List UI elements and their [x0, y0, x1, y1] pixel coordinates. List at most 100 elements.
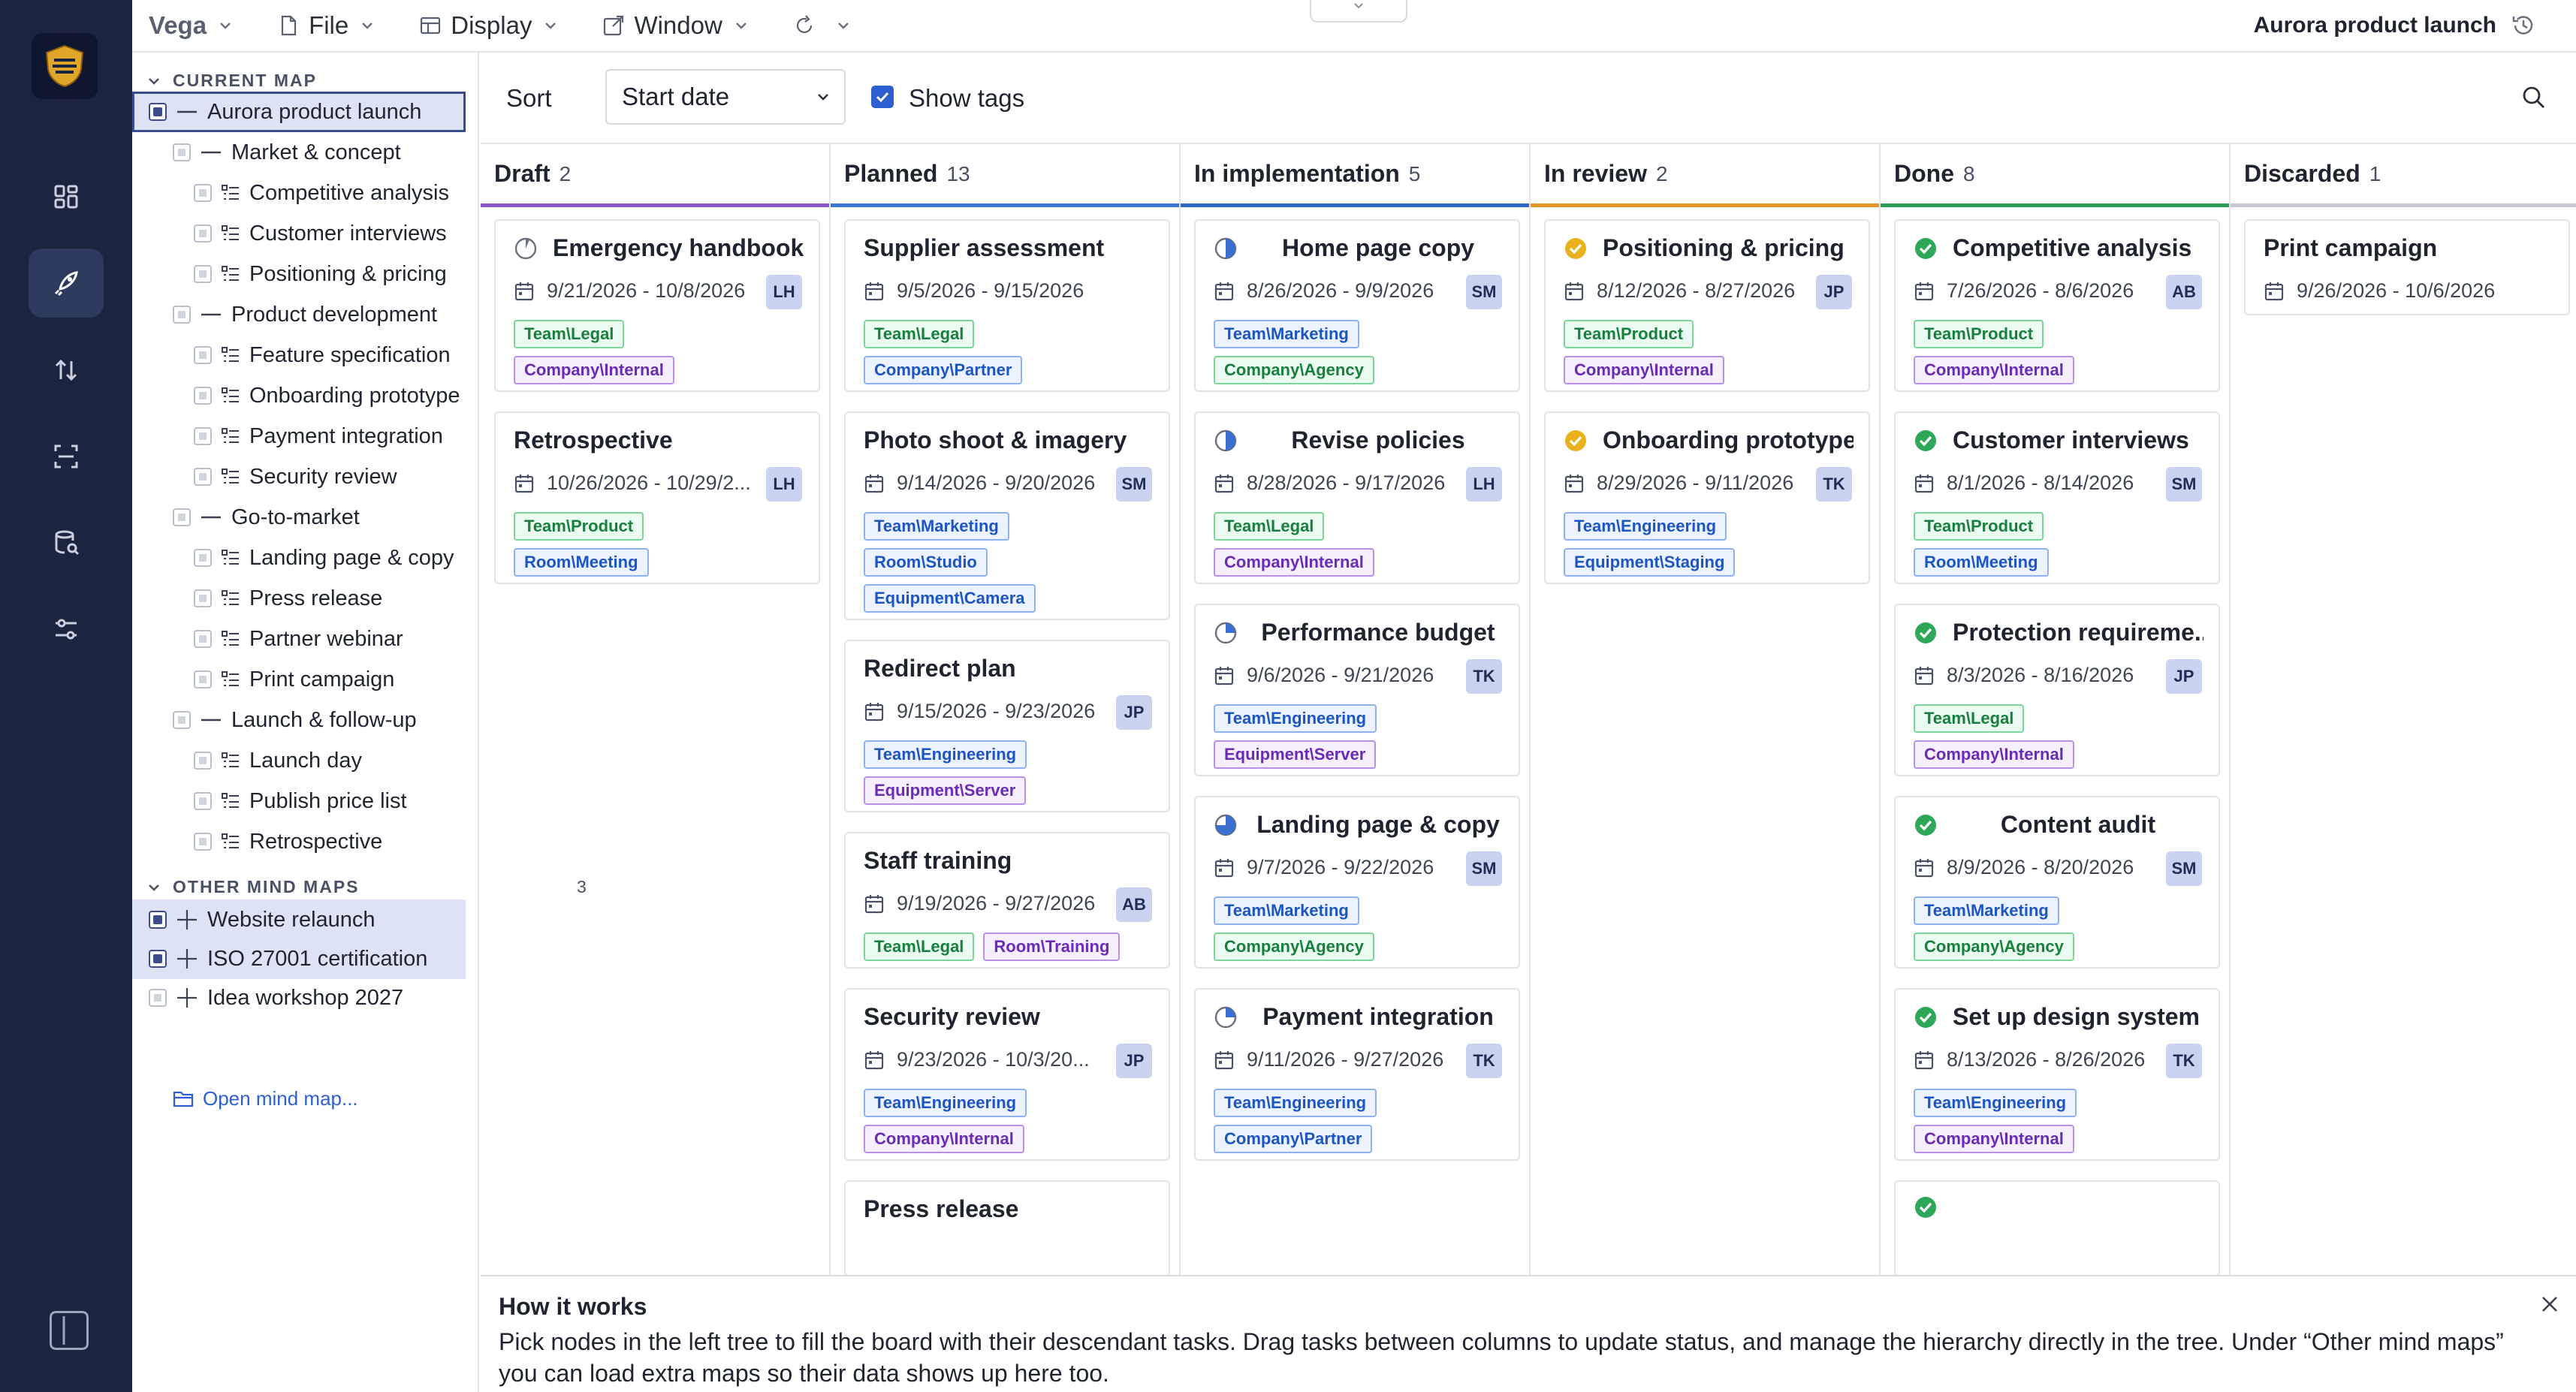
sort-select[interactable]: Start date	[605, 69, 846, 125]
assignee-avatar[interactable]: TK	[1466, 659, 1502, 694]
task-tag[interactable]: Room\Training	[983, 933, 1121, 961]
tree-checkbox[interactable]	[173, 306, 191, 324]
dashboard-icon[interactable]	[29, 162, 104, 231]
task-tag[interactable]: Company\Agency	[1214, 933, 1374, 961]
task-card[interactable]: Security review 9/23/2026 - 10/3/20... JP T…	[844, 988, 1170, 1161]
task-tag[interactable]: Company\Internal	[1914, 356, 2074, 384]
task-tag[interactable]: Equipment\Server	[864, 776, 1027, 805]
tree-checkbox[interactable]	[194, 833, 212, 851]
other-maps-section[interactable]: OTHER MIND MAPS 3	[146, 877, 587, 897]
task-tag[interactable]: Team\Marketing	[1214, 320, 1359, 348]
task-card[interactable]: Payment integration 9/11/2026 - 9/27/2026…	[1194, 988, 1520, 1161]
task-tag[interactable]: Company\Agency	[1214, 356, 1374, 384]
task-tag[interactable]: Company\Internal	[1914, 740, 2074, 769]
task-tag[interactable]: Team\Engineering	[1214, 1089, 1377, 1117]
task-tag[interactable]: Equipment\Staging	[1564, 548, 1736, 577]
assignee-avatar[interactable]: LH	[1466, 467, 1502, 502]
task-card[interactable]: Supplier assessment 9/5/2026 - 9/15/2026 T…	[844, 219, 1170, 392]
chevron-down-icon[interactable]	[146, 73, 162, 89]
assignee-avatar[interactable]: AB	[1116, 887, 1152, 922]
sync-menu[interactable]	[793, 14, 861, 37]
tree-checkbox[interactable]	[194, 792, 212, 810]
assignee-avatar[interactable]: JP	[1116, 695, 1152, 730]
assignee-avatar[interactable]: AB	[2166, 275, 2202, 309]
tree-checkbox[interactable]	[194, 346, 212, 364]
tree-checkbox[interactable]	[194, 670, 212, 688]
task-card[interactable]: Protection requireme... 8/3/2026 - 8/16/2…	[1894, 604, 2220, 776]
tree-group-node[interactable]: Market & concept	[132, 132, 479, 173]
assignee-avatar[interactable]: LH	[766, 275, 802, 309]
task-card[interactable]: Performance budget 9/6/2026 - 9/21/2026 TK…	[1194, 604, 1520, 776]
tree-task-node[interactable]: Landing page & copy	[132, 538, 479, 578]
tree-checkbox[interactable]	[173, 508, 191, 526]
other-map-node[interactable]: Idea workshop 2027	[132, 978, 466, 1018]
show-tags-label[interactable]: Show tags	[909, 84, 1024, 113]
close-icon[interactable]	[2538, 1293, 2561, 1315]
tree-root-node[interactable]: Aurora product launch	[132, 92, 466, 132]
tree-task-node[interactable]: Print campaign	[132, 659, 479, 700]
task-tag[interactable]: Company\Partner	[1214, 1125, 1373, 1153]
assignee-avatar[interactable]: TK	[1466, 1044, 1502, 1078]
task-tag[interactable]: Team\Legal	[864, 320, 975, 348]
task-card[interactable]: Staff training 9/19/2026 - 9/27/2026 AB Tea…	[844, 832, 1170, 969]
tree-checkbox[interactable]	[194, 589, 212, 607]
assignee-avatar[interactable]: SM	[2166, 851, 2202, 886]
task-card[interactable]: Home page copy 8/26/2026 - 9/9/2026 SM Team…	[1194, 219, 1520, 392]
scan-icon[interactable]	[29, 422, 104, 491]
task-card[interactable]: Retrospective 10/26/2026 - 10/29/2... LH Te…	[494, 411, 820, 584]
task-card[interactable]: Redirect plan 9/15/2026 - 9/23/2026 JP Team…	[844, 640, 1170, 812]
tree-task-node[interactable]: Customer interviews	[132, 213, 479, 254]
task-tag[interactable]: Team\Engineering	[1214, 704, 1377, 733]
task-card[interactable]	[1894, 1180, 2220, 1276]
tree-task-node[interactable]: Positioning & pricing	[132, 254, 479, 294]
task-card[interactable]: Landing page & copy 9/7/2026 - 9/22/2026 S…	[1194, 796, 1520, 969]
assignee-avatar[interactable]: JP	[1116, 1044, 1152, 1078]
sort-arrows-icon[interactable]	[29, 336, 104, 405]
task-card[interactable]: Print campaign 9/26/2026 - 10/6/2026	[2244, 219, 2570, 315]
tree-checkbox[interactable]	[194, 630, 212, 648]
task-tag[interactable]: Team\Legal	[514, 320, 625, 348]
assignee-avatar[interactable]: SM	[2166, 467, 2202, 502]
task-tag[interactable]: Team\Product	[1564, 320, 1694, 348]
task-card[interactable]: Revise policies 8/28/2026 - 9/17/2026 LH Te…	[1194, 411, 1520, 584]
assignee-avatar[interactable]: LH	[766, 467, 802, 502]
tree-checkbox[interactable]	[173, 711, 191, 729]
tree-checkbox[interactable]	[149, 103, 167, 121]
task-tag[interactable]: Team\Engineering	[864, 740, 1027, 769]
tree-task-node[interactable]: Feature specification	[132, 335, 479, 375]
task-card[interactable]: Positioning & pricing 8/12/2026 - 8/27/20…	[1544, 219, 1870, 392]
chevron-down-icon[interactable]	[146, 879, 162, 896]
assignee-avatar[interactable]: TK	[1816, 467, 1852, 502]
tree-checkbox[interactable]	[149, 950, 167, 968]
assignee-avatar[interactable]: TK	[2166, 1044, 2202, 1078]
tree-group-node[interactable]: Product development	[132, 294, 479, 335]
tree-task-node[interactable]: Retrospective	[132, 821, 479, 862]
task-tag[interactable]: Team\Legal	[864, 933, 975, 961]
task-tag[interactable]: Company\Agency	[1914, 933, 2074, 961]
tree-checkbox[interactable]	[194, 265, 212, 283]
history-icon[interactable]	[2510, 12, 2537, 39]
assignee-avatar[interactable]: JP	[1816, 275, 1852, 309]
task-card[interactable]: Onboarding prototype 8/29/2026 - 9/11/202…	[1544, 411, 1870, 584]
task-tag[interactable]: Team\Marketing	[864, 512, 1009, 541]
tree-checkbox[interactable]	[194, 427, 212, 445]
task-card[interactable]: Competitive analysis 7/26/2026 - 8/6/2026…	[1894, 219, 2220, 392]
task-tag[interactable]: Team\Product	[514, 512, 644, 541]
task-card[interactable]: Content audit 8/9/2026 - 8/20/2026 SM Team\…	[1894, 796, 2220, 969]
tree-checkbox[interactable]	[194, 184, 212, 202]
tree-task-node[interactable]: Security review	[132, 456, 479, 497]
tree-task-node[interactable]: Payment integration	[132, 416, 479, 456]
tree-task-node[interactable]: Press release	[132, 578, 479, 619]
assignee-avatar[interactable]: SM	[1466, 275, 1502, 309]
rocket-icon[interactable]	[29, 249, 104, 318]
task-tag[interactable]: Team\Legal	[1214, 512, 1325, 541]
pull-down-handle[interactable]	[1310, 0, 1407, 23]
tree-task-node[interactable]: Onboarding prototype	[132, 375, 479, 416]
task-tag[interactable]: Room\Meeting	[1914, 548, 2049, 577]
task-tag[interactable]: Equipment\Camera	[864, 584, 1036, 613]
task-tag[interactable]: Equipment\Server	[1214, 740, 1377, 769]
tree-checkbox[interactable]	[173, 143, 191, 161]
task-tag[interactable]: Team\Product	[1914, 512, 2044, 541]
task-tag[interactable]: Team\Engineering	[1564, 512, 1727, 541]
search-icon[interactable]	[2520, 84, 2547, 111]
